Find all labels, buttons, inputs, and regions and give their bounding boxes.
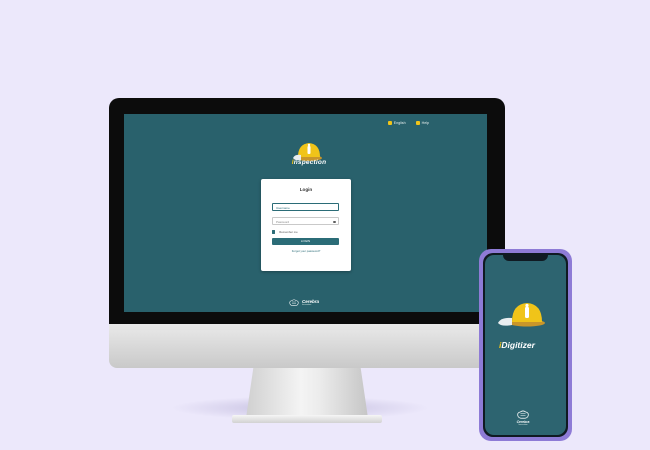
brain-icon [517, 410, 529, 419]
eye-icon[interactable] [332, 220, 336, 223]
monitor-base [232, 415, 382, 423]
remember-me[interactable]: Remember me [272, 230, 298, 234]
login-button[interactable]: LOGIN [272, 238, 339, 245]
top-links: English Help [387, 121, 429, 125]
language-label: English [393, 121, 406, 125]
phone-notch [503, 254, 548, 261]
help-label: Help [421, 121, 429, 125]
monitor-chin [109, 324, 505, 368]
app-title: Inspection [291, 159, 327, 166]
password-input[interactable]: Password [272, 217, 339, 225]
hardhat-logo-icon [498, 303, 545, 327]
forgot-password-link[interactable]: Forgot your password? [261, 249, 351, 253]
footer-tagline: Innovation [302, 304, 312, 306]
hardhat-logo-icon [293, 143, 322, 161]
remember-label: Remember me [279, 230, 298, 234]
phone-footer-tagline: Innovation [518, 424, 528, 426]
footer-logo: Cerebra Innovation [289, 299, 319, 307]
help-icon [415, 121, 420, 125]
monitor-stand [246, 368, 368, 418]
brain-icon [289, 299, 299, 306]
login-card: Login Username Password Remember me LOGI… [261, 179, 351, 271]
phone-footer-logo: Cerebra Innovation [516, 410, 530, 426]
login-title: Login [299, 187, 313, 192]
help-link[interactable]: Help [415, 121, 429, 125]
username-input[interactable]: Username [272, 203, 339, 211]
desktop-screen: English Help Inspection Login Username P… [124, 114, 487, 312]
language-link[interactable]: English [387, 121, 406, 125]
phone-app-title: iDigitizer [499, 340, 535, 350]
remember-checkbox[interactable] [272, 230, 276, 234]
globe-icon [387, 121, 392, 125]
